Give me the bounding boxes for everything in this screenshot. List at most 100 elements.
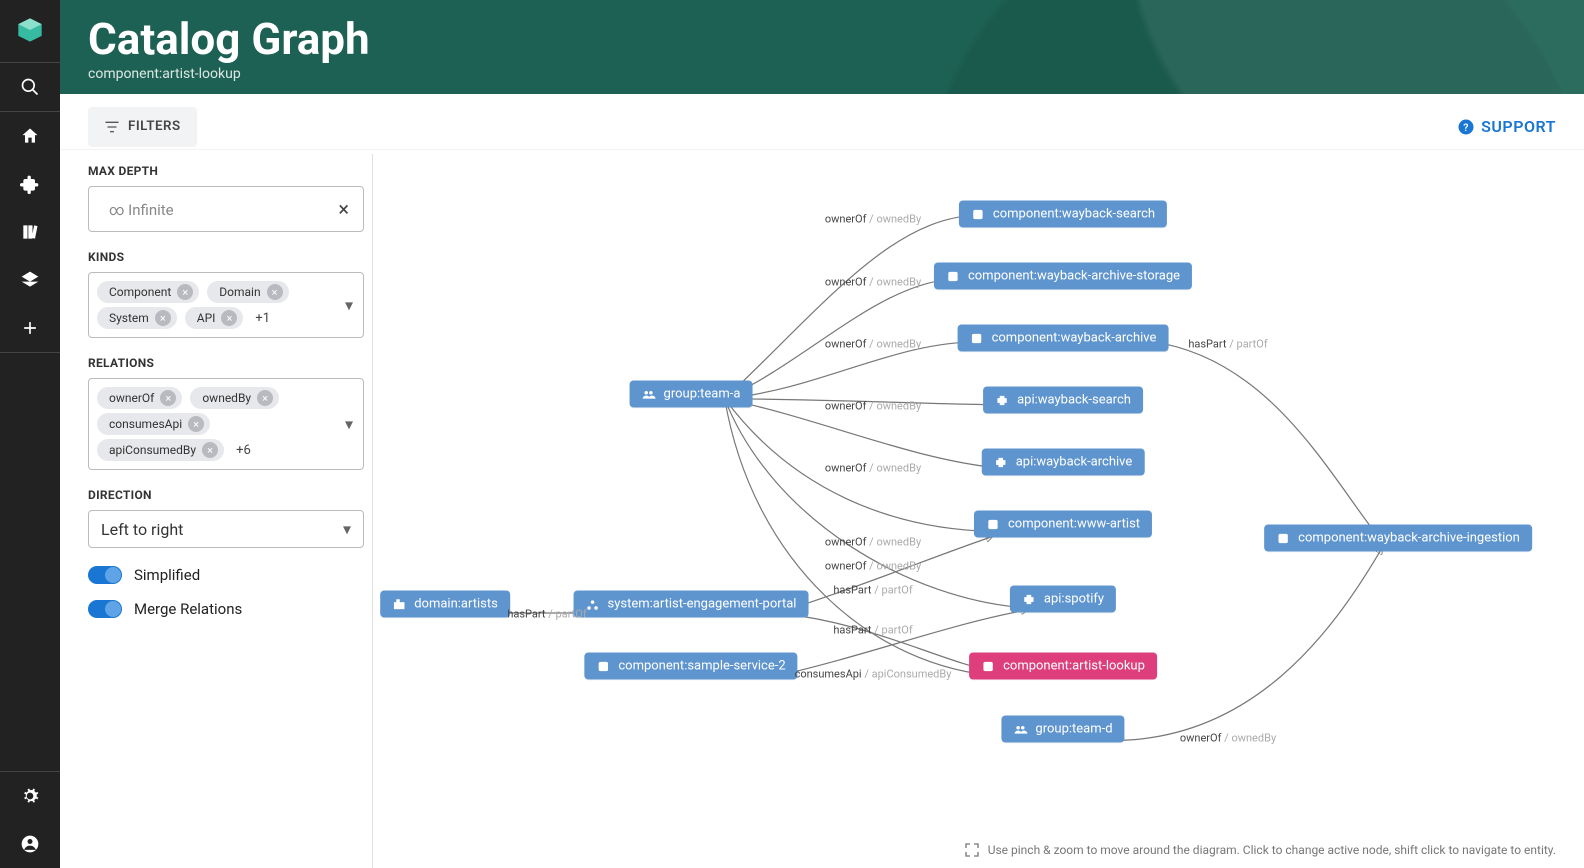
edge-label: ownerOf / ownedBy bbox=[825, 213, 921, 226]
api-icon bbox=[995, 393, 1009, 407]
simplified-toggle[interactable] bbox=[88, 566, 122, 584]
node-component-wayback-archive-storage[interactable]: component:wayback-archive-storage bbox=[934, 263, 1192, 290]
node-label: api:spotify bbox=[1044, 592, 1104, 607]
logo-icon[interactable] bbox=[16, 16, 44, 44]
page-title: Catalog Graph bbox=[88, 16, 1556, 62]
chip-remove-icon[interactable]: × bbox=[221, 310, 237, 326]
node-label: group:team-d bbox=[1035, 722, 1112, 737]
edge-label: ownerOf / ownedBy bbox=[825, 338, 921, 351]
maxdepth-input[interactable]: ∞ Infinite × bbox=[88, 186, 364, 232]
support-link-label: SUPPORT bbox=[1481, 117, 1556, 136]
node-label: component:wayback-archive-storage bbox=[968, 269, 1180, 284]
component-icon bbox=[981, 659, 995, 673]
kinds-select[interactable]: Component× Domain× System× API× +1 ▾ bbox=[88, 272, 364, 338]
library-icon[interactable] bbox=[0, 208, 60, 256]
kinds-label: KINDS bbox=[88, 250, 364, 264]
chip-remove-icon[interactable]: × bbox=[202, 442, 218, 458]
relation-chip-consumesapi[interactable]: consumesApi× bbox=[97, 413, 210, 435]
node-api-wayback-archive[interactable]: api:wayback-archive bbox=[982, 449, 1145, 476]
edge-label: ownerOf / ownedBy bbox=[825, 462, 921, 475]
node-label: component:artist-lookup bbox=[1003, 659, 1145, 674]
search-icon[interactable] bbox=[0, 63, 60, 111]
domain-icon bbox=[392, 597, 406, 611]
node-system-artist-engagement-portal[interactable]: system:artist-engagement-portal bbox=[574, 591, 809, 618]
relation-chip-ownerof[interactable]: ownerOf× bbox=[97, 387, 182, 409]
chip-remove-icon[interactable]: × bbox=[267, 284, 283, 300]
kind-chip-domain[interactable]: Domain× bbox=[207, 281, 288, 303]
direction-value: Left to right bbox=[101, 520, 183, 539]
group-icon bbox=[642, 387, 656, 401]
node-component-sample-service-2[interactable]: component:sample-service-2 bbox=[584, 653, 797, 680]
node-label: group:team-a bbox=[664, 387, 741, 402]
chevron-down-icon[interactable]: ▾ bbox=[345, 296, 353, 315]
edge-label: ownerOf / ownedBy bbox=[825, 536, 921, 549]
node-component-wayback-search[interactable]: component:wayback-search bbox=[959, 201, 1167, 228]
relations-select[interactable]: ownerOf× ownedBy× consumesApi× apiConsum… bbox=[88, 378, 364, 470]
maxdepth-value: ∞ Infinite bbox=[109, 201, 174, 219]
edge-label: ownerOf / ownedBy bbox=[825, 560, 921, 573]
home-icon[interactable] bbox=[0, 112, 60, 160]
account-icon[interactable] bbox=[0, 820, 60, 868]
nav-rail bbox=[0, 0, 60, 868]
node-domain-artists[interactable]: domain:artists bbox=[380, 591, 510, 618]
node-api-spotify[interactable]: api:spotify bbox=[1010, 586, 1116, 613]
node-component-artist-lookup[interactable]: component:artist-lookup bbox=[969, 653, 1157, 680]
node-component-wayback-archive-ingestion[interactable]: component:wayback-archive-ingestion bbox=[1264, 525, 1532, 552]
node-component-wayback-archive[interactable]: component:wayback-archive bbox=[958, 325, 1169, 352]
chip-remove-icon[interactable]: × bbox=[160, 390, 176, 406]
node-label: api:wayback-archive bbox=[1016, 455, 1133, 470]
support-link[interactable]: ? SUPPORT bbox=[1457, 117, 1556, 136]
component-icon bbox=[986, 517, 1000, 531]
filter-icon bbox=[104, 119, 120, 135]
system-icon bbox=[586, 597, 600, 611]
extension-icon[interactable] bbox=[0, 160, 60, 208]
chip-remove-icon[interactable]: × bbox=[257, 390, 273, 406]
node-component-www-artist[interactable]: component:www-artist bbox=[974, 511, 1152, 538]
filters-button[interactable]: FILTERS bbox=[88, 107, 197, 147]
add-icon[interactable] bbox=[0, 304, 60, 352]
relations-label: RELATIONS bbox=[88, 356, 364, 370]
kind-chip-api[interactable]: API× bbox=[185, 307, 244, 329]
node-label: component:wayback-archive bbox=[992, 331, 1157, 346]
clear-icon[interactable]: × bbox=[338, 197, 349, 221]
api-icon bbox=[1022, 592, 1036, 606]
edge-label: hasPart / partOf bbox=[1188, 338, 1267, 351]
chevron-down-icon[interactable]: ▾ bbox=[343, 520, 351, 539]
kind-chip-system[interactable]: System× bbox=[97, 307, 177, 329]
chip-remove-icon[interactable]: × bbox=[177, 284, 193, 300]
node-label: component:sample-service-2 bbox=[618, 659, 785, 674]
api-icon bbox=[994, 455, 1008, 469]
chevron-down-icon[interactable]: ▾ bbox=[345, 415, 353, 434]
filters-sidebar: MAX DEPTH ∞ Infinite × KINDS Component× … bbox=[60, 150, 372, 868]
edge-label: ownerOf / ownedBy bbox=[825, 400, 921, 413]
merge-relations-toggle[interactable] bbox=[88, 600, 122, 618]
edge-label: consumesApi / apiConsumedBy bbox=[795, 668, 952, 681]
direction-select[interactable]: Left to right ▾ bbox=[88, 510, 364, 548]
node-group-team-d[interactable]: group:team-d bbox=[1001, 716, 1124, 743]
kinds-more-count: +1 bbox=[255, 311, 270, 326]
edge-label: hasPart / partOf bbox=[833, 584, 912, 597]
node-group-team-a[interactable]: group:team-a bbox=[630, 381, 753, 408]
chip-remove-icon[interactable]: × bbox=[188, 416, 204, 432]
help-icon: ? bbox=[1457, 118, 1475, 136]
settings-icon[interactable] bbox=[0, 772, 60, 820]
graph-edges bbox=[373, 154, 1570, 868]
layers-icon[interactable] bbox=[0, 256, 60, 304]
merge-relations-toggle-label: Merge Relations bbox=[134, 600, 242, 618]
edge-label: ownerOf / ownedBy bbox=[1180, 732, 1276, 745]
edge-label: hasPart / partOf bbox=[507, 608, 586, 621]
relation-chip-apiconsumedby[interactable]: apiConsumedBy× bbox=[97, 439, 224, 461]
component-icon bbox=[596, 659, 610, 673]
node-api-wayback-search[interactable]: api:wayback-search bbox=[983, 387, 1143, 414]
kind-chip-component[interactable]: Component× bbox=[97, 281, 199, 303]
node-label: component:www-artist bbox=[1008, 517, 1140, 532]
page-subtitle: component:artist-lookup bbox=[88, 66, 1556, 82]
graph-canvas[interactable]: group:team-a component:wayback-search co… bbox=[372, 154, 1570, 868]
relation-chip-ownedby[interactable]: ownedBy× bbox=[190, 387, 279, 409]
chip-remove-icon[interactable]: × bbox=[155, 310, 171, 326]
maxdepth-label: MAX DEPTH bbox=[88, 164, 364, 178]
toolbar: FILTERS ? SUPPORT bbox=[60, 104, 1584, 150]
expand-icon bbox=[964, 842, 980, 858]
relations-more-count: +6 bbox=[236, 443, 251, 458]
simplified-toggle-label: Simplified bbox=[134, 566, 200, 584]
